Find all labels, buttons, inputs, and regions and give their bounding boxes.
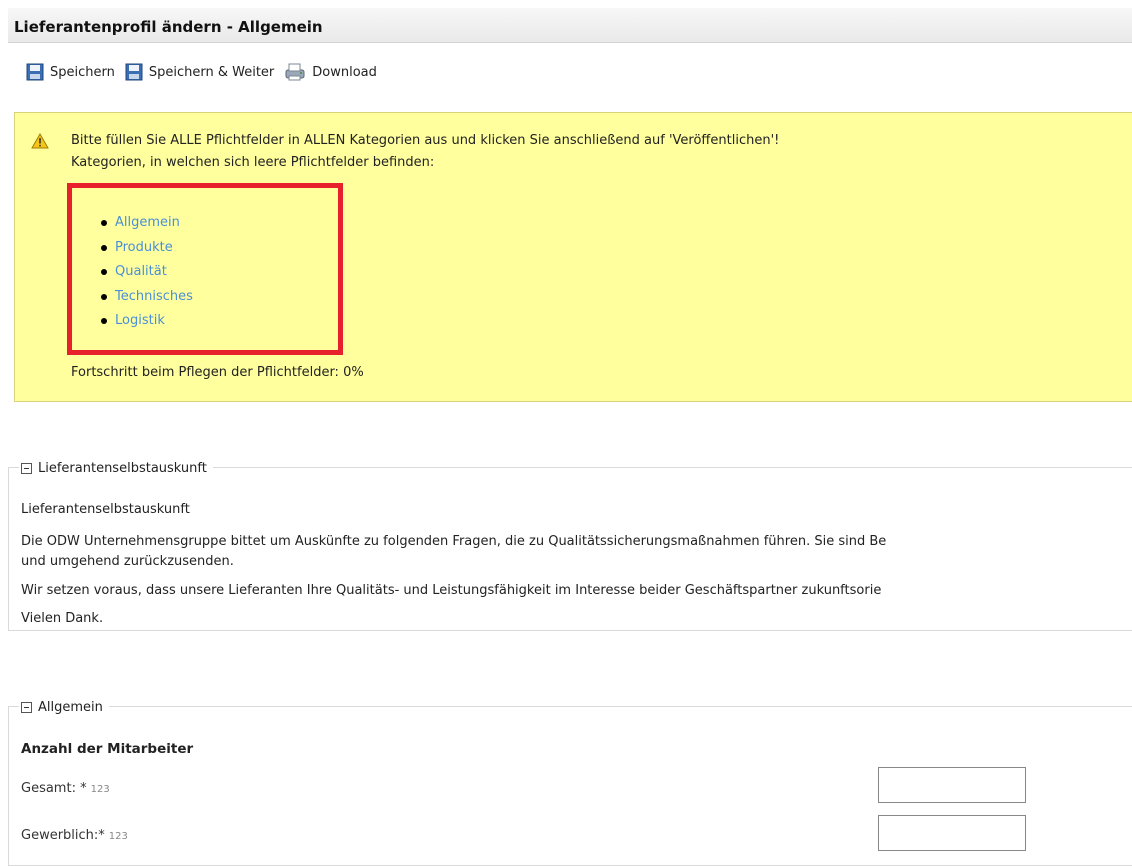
gewerblich-input[interactable]: [878, 815, 1026, 851]
category-link-technisches[interactable]: Technisches: [115, 289, 193, 304]
fieldset-legend-label: Allgemein: [38, 699, 103, 715]
field-label: Gesamt: *: [21, 781, 87, 796]
fieldset-legend: Allgemein: [19, 697, 109, 717]
categories-highlight-box: [67, 183, 343, 355]
list-item: Technisches: [101, 285, 193, 310]
field-label: Gewerblich:*: [21, 828, 105, 843]
list-item: Qualität: [101, 260, 193, 285]
collapse-toggle-icon[interactable]: [21, 701, 32, 713]
page-header: Lieferantenprofil ändern - Allgemein: [8, 8, 1132, 43]
collapse-toggle-icon[interactable]: [21, 462, 32, 474]
field-hint: 123: [90, 784, 110, 795]
fieldset-lieferantenselbstauskunft: Lieferantenselbstauskunft Lieferantensel…: [8, 458, 1132, 631]
fieldset-legend: Lieferantenselbstauskunft: [19, 458, 213, 478]
list-item: Allgemein: [101, 211, 193, 236]
employee-count-heading: Anzahl der Mitarbeiter: [21, 741, 194, 757]
intro-paragraph-line2: und umgehend zurückzusenden.: [21, 554, 234, 569]
gesamt-input[interactable]: [878, 767, 1026, 803]
warning-message: Bitte füllen Sie ALLE Pflichtfelder in A…: [71, 133, 780, 148]
download-icon: [285, 63, 305, 81]
save-and-next-button-label: Speichern & Weiter: [148, 64, 275, 80]
category-link-produkte[interactable]: Produkte: [115, 240, 173, 255]
save-button-label: Speichern: [50, 64, 115, 80]
progress-text: Fortschritt beim Pflegen der Pflichtfeld…: [71, 365, 364, 380]
category-list: Allgemein Produkte Qualität Technisches …: [101, 211, 193, 334]
save-icon: [125, 63, 143, 81]
warning-icon: [31, 133, 49, 149]
list-item: Logistik: [101, 309, 193, 334]
intro-paragraph-line1: Die ODW Unternehmensgruppe bittet um Aus…: [21, 534, 887, 549]
category-link-qualitaet[interactable]: Qualität: [115, 264, 167, 279]
field-hint: 123: [108, 831, 128, 842]
field-gewerblich: Gewerblich:* 123: [21, 828, 128, 843]
category-link-logistik[interactable]: Logistik: [115, 313, 165, 328]
page-title: Lieferantenprofil ändern - Allgemein: [14, 18, 323, 36]
toolbar: Speichern Speichern & Weiter Download: [26, 62, 387, 82]
download-button[interactable]: Download: [284, 62, 377, 82]
thanks-text: Vielen Dank.: [21, 611, 104, 626]
fieldset-allgemein: Allgemein Anzahl der Mitarbeiter Gesamt:…: [8, 697, 1132, 866]
warning-categories-intro: Kategorien, in welchen sich leere Pflich…: [71, 155, 435, 170]
section-subtitle: Lieferantenselbstauskunft: [21, 502, 190, 517]
fieldset-legend-label: Lieferantenselbstauskunft: [38, 460, 207, 476]
list-item: Produkte: [101, 236, 193, 261]
category-link-allgemein[interactable]: Allgemein: [115, 215, 180, 230]
expectation-paragraph: Wir setzen voraus, dass unsere Lieferant…: [21, 583, 882, 598]
save-button[interactable]: Speichern: [26, 63, 115, 81]
save-and-next-button[interactable]: Speichern & Weiter: [125, 63, 274, 81]
warning-box: Bitte füllen Sie ALLE Pflichtfelder in A…: [14, 112, 1132, 402]
field-gesamt: Gesamt: * 123: [21, 781, 110, 796]
save-icon: [26, 63, 44, 81]
download-button-label: Download: [312, 64, 377, 80]
